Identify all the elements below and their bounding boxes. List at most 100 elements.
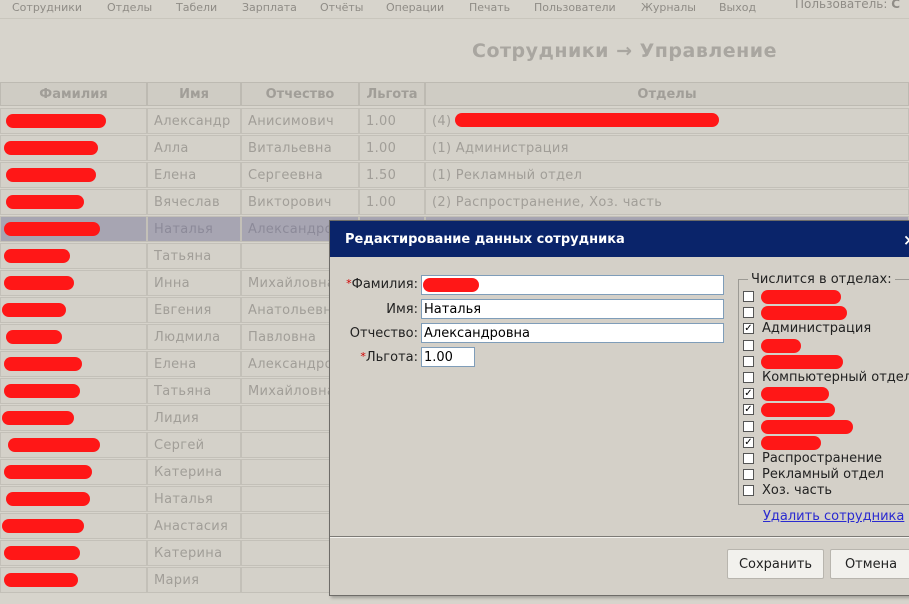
cell-departments: (1) Рекламный отдел xyxy=(425,162,909,188)
cell-benefit: 1.00 xyxy=(359,189,425,215)
cell-benefit: 1.50 xyxy=(359,162,425,188)
cell-first-name: Александр xyxy=(147,108,241,134)
redaction-mark xyxy=(2,411,74,425)
department-checkbox[interactable] xyxy=(743,355,754,367)
department-checkbox[interactable] xyxy=(743,372,754,383)
department-checkbox[interactable] xyxy=(743,469,754,481)
department-label: Компьютерный отдел xyxy=(762,370,909,385)
department-checkbox[interactable] xyxy=(743,453,754,464)
redaction-mark xyxy=(4,222,100,236)
redaction-mark xyxy=(4,276,74,290)
redaction-mark xyxy=(2,303,66,317)
menu-item-users[interactable]: Пользователи xyxy=(534,1,616,14)
redaction-mark xyxy=(4,357,82,371)
top-menu: Сотрудники Отделы Табели Зарплата Отчёты… xyxy=(0,0,909,18)
cancel-button[interactable]: Отмена xyxy=(830,549,909,579)
column-header-departments[interactable]: Отделы xyxy=(425,82,909,106)
menu-item-employees[interactable]: Сотрудники xyxy=(12,1,82,14)
redaction-mark xyxy=(761,354,843,369)
redaction-mark xyxy=(761,403,835,418)
department-checkbox[interactable]: ✓ xyxy=(743,323,754,335)
department-label: Администрация xyxy=(762,321,872,337)
menu-item-timesheets[interactable]: Табели xyxy=(176,1,217,14)
edit-employee-dialog: Редактирование данных сотрудника × *Фами… xyxy=(329,220,909,596)
department-checkbox[interactable]: ✓ xyxy=(743,404,754,416)
redaction-mark xyxy=(2,519,84,533)
redaction-mark xyxy=(455,113,719,127)
redaction-mark xyxy=(6,114,106,128)
departments-legend: Числится в отделах: xyxy=(748,272,895,287)
cell-first-name: Евгения xyxy=(147,297,241,323)
close-icon[interactable]: × xyxy=(903,221,909,259)
cell-first-name: Татьяна xyxy=(147,243,241,269)
redaction-mark xyxy=(4,546,80,560)
cell-benefit: 1.00 xyxy=(359,135,425,161)
cell-first-name: Наталья xyxy=(147,486,241,512)
department-checkbox[interactable] xyxy=(743,339,754,351)
department-checkbox[interactable]: ✓ xyxy=(743,436,754,448)
cell-middle-name: Сергеевна xyxy=(241,162,359,188)
dialog-divider-highlight xyxy=(330,537,909,538)
cell-middle-name: Витальевна xyxy=(241,135,359,161)
cell-middle-name: Анисимович xyxy=(241,108,359,134)
benefit-field[interactable] xyxy=(421,347,475,367)
redaction-mark xyxy=(761,435,821,450)
current-user: Пользователь: С xyxy=(795,0,901,11)
middle-name-field[interactable] xyxy=(421,323,724,343)
cell-benefit: 1.00 xyxy=(359,108,425,134)
first-name-field[interactable] xyxy=(421,299,724,319)
benefit-label: *Льгота: xyxy=(360,350,418,365)
column-header-first-name[interactable]: Имя xyxy=(147,82,241,106)
redaction-mark xyxy=(4,249,70,263)
redaction-mark xyxy=(6,492,90,506)
cell-first-name: Елена xyxy=(147,351,241,377)
column-header-middle-name[interactable]: Отчество xyxy=(241,82,359,106)
department-label: Рекламный отдел xyxy=(762,467,884,483)
redaction-mark xyxy=(761,387,829,402)
dialog-title: Редактирование данных сотрудника xyxy=(345,232,625,247)
menu-item-exit[interactable]: Выход xyxy=(719,1,756,14)
department-checkbox[interactable] xyxy=(743,420,754,432)
dialog-titlebar[interactable]: Редактирование данных сотрудника × xyxy=(330,221,909,257)
menu-item-salary[interactable]: Зарплата xyxy=(242,1,297,14)
first-name-label: Имя: xyxy=(386,302,418,317)
cell-first-name: Вячеслав xyxy=(147,189,241,215)
menu-item-departments[interactable]: Отделы xyxy=(107,1,152,14)
department-checkbox[interactable]: ✓ xyxy=(743,388,754,400)
menu-item-reports[interactable]: Отчёты xyxy=(320,1,363,14)
column-header-benefit[interactable]: Льгота xyxy=(359,82,425,106)
department-label: Хоз. часть xyxy=(762,483,833,499)
save-button[interactable]: Сохранить xyxy=(727,549,824,579)
department-checkbox[interactable] xyxy=(743,307,754,319)
redaction-mark xyxy=(6,195,84,209)
department-checkbox[interactable] xyxy=(743,485,754,497)
menu-item-print[interactable]: Печать xyxy=(469,1,510,14)
redaction-mark xyxy=(761,419,853,434)
redaction-mark xyxy=(4,465,92,479)
cell-first-name: Елена xyxy=(147,162,241,188)
page-title: Сотрудники → Управление xyxy=(472,40,777,62)
department-checkbox[interactable] xyxy=(743,291,754,302)
delete-employee-link[interactable]: Удалить сотрудника xyxy=(763,509,904,524)
cell-first-name: Мария xyxy=(147,567,241,593)
cell-first-name: Катерина xyxy=(147,540,241,566)
menu-divider xyxy=(0,18,909,19)
middle-name-label: Отчество: xyxy=(349,326,418,341)
cell-first-name: Лидия xyxy=(147,405,241,431)
last-name-label: *Фамилия: xyxy=(346,277,418,292)
redaction-mark xyxy=(761,306,847,321)
redaction-mark xyxy=(761,338,801,353)
redaction-mark xyxy=(6,330,62,344)
redaction-mark xyxy=(8,438,100,452)
menu-item-logs[interactable]: Журналы xyxy=(641,1,696,14)
cell-departments: (2) Распространение, Хоз. часть xyxy=(425,189,909,215)
redaction-mark xyxy=(4,573,78,587)
cell-first-name: Анастасия xyxy=(147,513,241,539)
column-header-last-name[interactable]: Фамилия xyxy=(0,82,147,106)
cell-first-name: Наталья xyxy=(147,216,241,242)
menu-item-operations[interactable]: Операции xyxy=(386,1,444,14)
cell-first-name: Татьяна xyxy=(147,378,241,404)
cell-departments: (1) Администрация xyxy=(425,135,909,161)
redaction-mark xyxy=(761,290,841,304)
cell-middle-name: Викторович xyxy=(241,189,359,215)
